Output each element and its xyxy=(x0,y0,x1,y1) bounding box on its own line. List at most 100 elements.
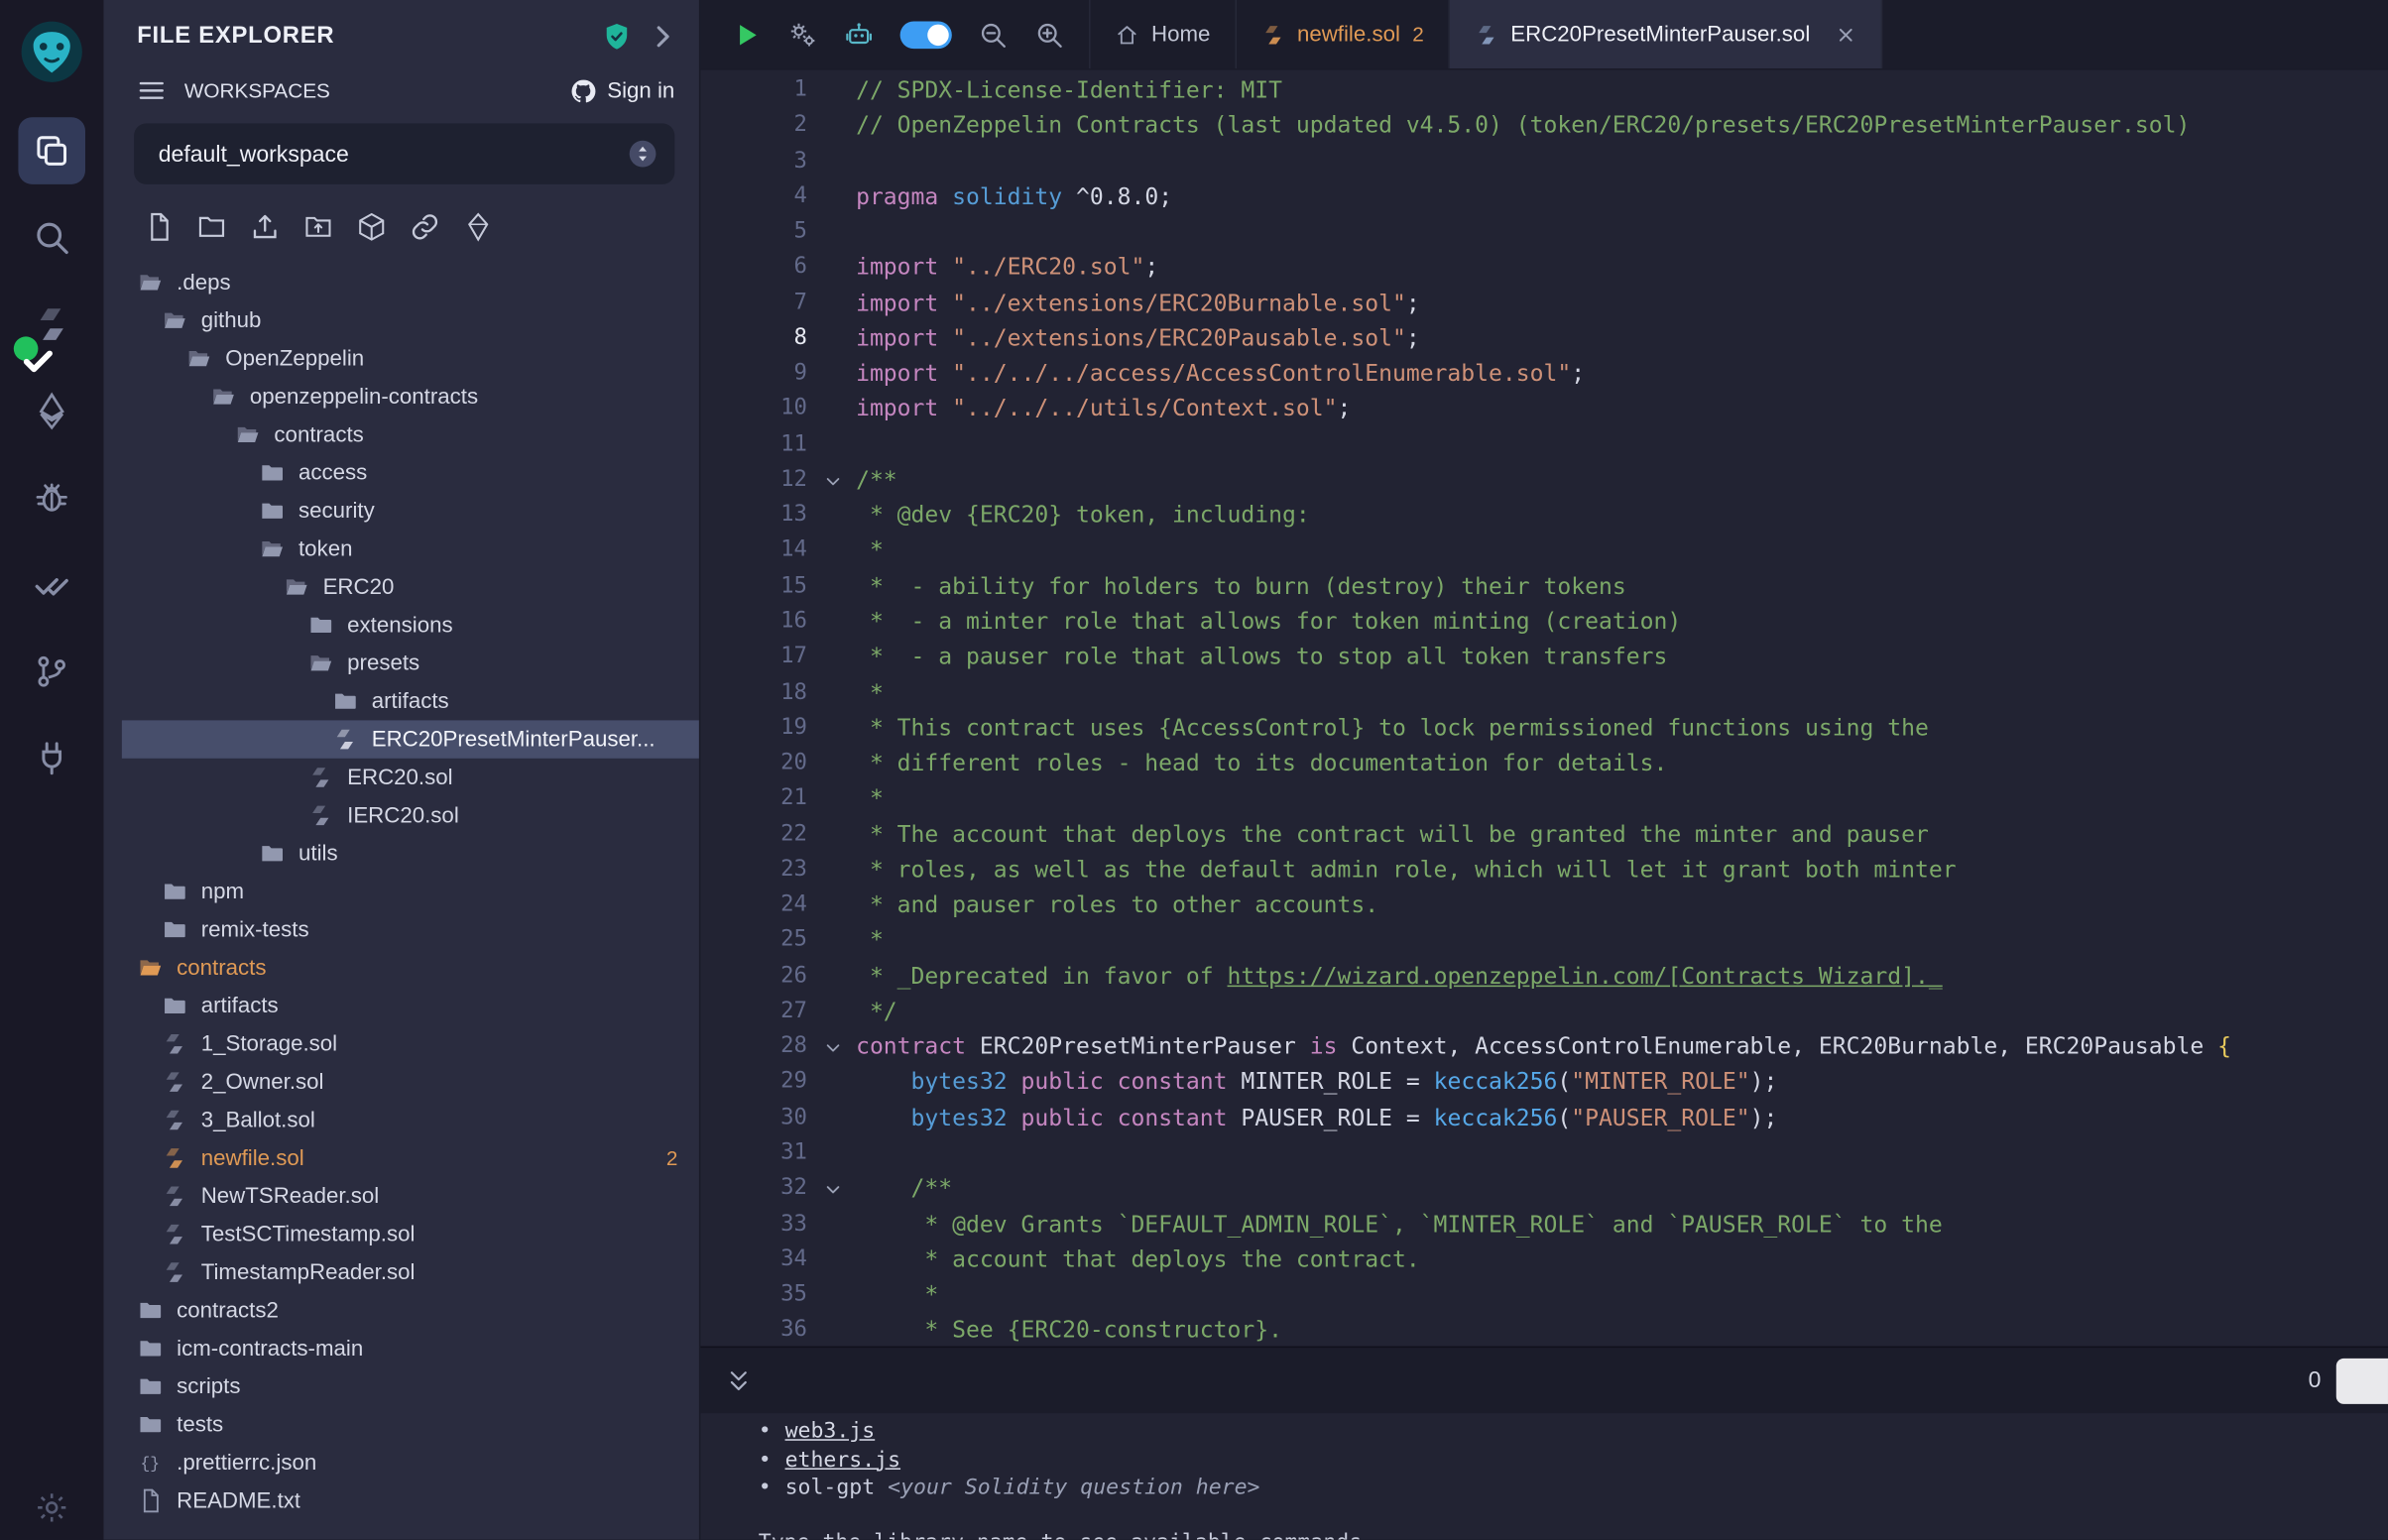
ipfs-icon[interactable] xyxy=(356,211,387,242)
tab-erc20presetminterpauser-sol[interactable]: ERC20PresetMinterPauser.sol xyxy=(1450,0,1882,68)
terminal-expand-icon[interactable] xyxy=(725,1366,753,1394)
code-line-28[interactable]: 28contract ERC20PresetMinterPauser is Co… xyxy=(700,1029,2388,1065)
create-folder-icon[interactable] xyxy=(196,211,227,242)
tree-folder-contracts2[interactable]: contracts2 xyxy=(122,1291,699,1329)
tree-folder-contracts[interactable]: contracts xyxy=(122,949,699,987)
code-line-15[interactable]: 15 * - ability for holders to burn (dest… xyxy=(700,569,2388,605)
tree-file-newtsreader-sol[interactable]: NewTSReader.sol xyxy=(122,1177,699,1215)
upload-folder-icon[interactable] xyxy=(303,211,334,242)
code-line-4[interactable]: 4pragma solidity ^0.8.0; xyxy=(700,179,2388,215)
tree-folder-icm-contracts-main[interactable]: icm-contracts-main xyxy=(122,1330,699,1367)
code-line-36[interactable]: 36 * See {ERC20-constructor}. xyxy=(700,1313,2388,1346)
tree-folder-github[interactable]: github xyxy=(122,301,699,339)
rail-file-explorer-icon[interactable] xyxy=(18,117,85,184)
tree-folder-contracts[interactable]: contracts xyxy=(122,415,699,453)
code-line-2[interactable]: 2// OpenZeppelin Contracts (last updated… xyxy=(700,108,2388,144)
code-line-19[interactable]: 19 * This contract uses {AccessControl} … xyxy=(700,711,2388,747)
tree-folder-artifacts[interactable]: artifacts xyxy=(122,682,699,720)
tree-file-timestampreader-sol[interactable]: TimestampReader.sol xyxy=(122,1253,699,1291)
fold-chevron-icon[interactable] xyxy=(810,1171,856,1207)
terminal-link-web3-js[interactable]: web3.js xyxy=(785,1418,876,1446)
tree-folder-deps[interactable]: .deps xyxy=(122,264,699,301)
code-line-26[interactable]: 26 * _Deprecated in favor of https://wiz… xyxy=(700,959,2388,995)
github-signin-button[interactable]: Sign in xyxy=(569,77,674,105)
rail-git-icon[interactable] xyxy=(18,638,85,705)
tree-folder-presets[interactable]: presets xyxy=(122,645,699,682)
tree-file-3-ballot-sol[interactable]: 3_Ballot.sol xyxy=(122,1101,699,1138)
tree-folder-utils[interactable]: utils xyxy=(122,835,699,873)
rail-unit-testing-icon[interactable] xyxy=(18,551,85,619)
ai-copilot-icon[interactable] xyxy=(844,19,875,50)
tree-file-ierc20-sol[interactable]: IERC20.sol xyxy=(122,796,699,834)
code-line-33[interactable]: 33 * @dev Grants `DEFAULT_ADMIN_ROLE`, `… xyxy=(700,1207,2388,1243)
code-line-27[interactable]: 27 */ xyxy=(700,995,2388,1030)
tree-folder-openzeppelin[interactable]: OpenZeppelin xyxy=(122,339,699,377)
code-line-35[interactable]: 35 * xyxy=(700,1278,2388,1314)
code-line-11[interactable]: 11 xyxy=(700,427,2388,463)
hamburger-menu-icon[interactable] xyxy=(137,76,166,105)
tree-file-readme-txt[interactable]: README.txt xyxy=(122,1481,699,1519)
code-line-14[interactable]: 14 * xyxy=(700,533,2388,569)
tab-home[interactable]: Home xyxy=(1091,0,1237,68)
terminal-search-input[interactable] xyxy=(2336,1359,2388,1404)
code-line-1[interactable]: 1// SPDX-License-Identifier: MIT xyxy=(700,73,2388,109)
code-line-16[interactable]: 16 * - a minter role that allows for tok… xyxy=(700,605,2388,641)
code-line-34[interactable]: 34 * account that deploys the contract. xyxy=(700,1243,2388,1278)
tree-folder-erc20[interactable]: ERC20 xyxy=(122,568,699,606)
code-line-7[interactable]: 7import "../extensions/ERC20Burnable.sol… xyxy=(700,286,2388,321)
zoom-out-icon[interactable] xyxy=(978,19,1009,50)
tree-folder-artifacts[interactable]: artifacts xyxy=(122,987,699,1024)
code-line-5[interactable]: 5 xyxy=(700,215,2388,251)
code-line-32[interactable]: 32 /** xyxy=(700,1171,2388,1207)
terminal-link-ethers-js[interactable]: ethers.js xyxy=(785,1446,900,1474)
tree-folder-security[interactable]: security xyxy=(122,492,699,530)
rail-deploy-and-run-icon[interactable] xyxy=(18,378,85,445)
tree-file-testsctimestamp-sol[interactable]: TestSCTimestamp.sol xyxy=(122,1215,699,1252)
code-line-22[interactable]: 22 * The account that deploys the contra… xyxy=(700,817,2388,853)
code-line-12[interactable]: 12/** xyxy=(700,463,2388,499)
code-line-25[interactable]: 25 * xyxy=(700,923,2388,959)
chevron-right-icon[interactable] xyxy=(648,21,678,52)
tree-file-2-owner-sol[interactable]: 2_Owner.sol xyxy=(122,1063,699,1101)
fold-chevron-icon[interactable] xyxy=(810,1029,856,1065)
tree-folder-openzeppelin-contracts[interactable]: openzeppelin-contracts xyxy=(122,378,699,415)
tree-folder-access[interactable]: access xyxy=(122,454,699,492)
code-line-3[interactable]: 3 xyxy=(700,144,2388,179)
tree-file-1-storage-sol[interactable]: 1_Storage.sol xyxy=(122,1025,699,1063)
rail-plugin-manager-icon[interactable] xyxy=(18,725,85,792)
tree-file-erc20-sol[interactable]: ERC20.sol xyxy=(122,759,699,796)
code-editor[interactable]: 1// SPDX-License-Identifier: MIT2// Open… xyxy=(700,70,2388,1347)
ai-copilot-toggle[interactable] xyxy=(900,21,952,49)
tree-file-erc20presetminterpauser[interactable]: ERC20PresetMinterPauser... xyxy=(122,720,699,758)
tree-file-newfile-sol[interactable]: newfile.sol2 xyxy=(122,1139,699,1177)
code-line-30[interactable]: 30 bytes32 public constant PAUSER_ROLE =… xyxy=(700,1101,2388,1136)
rail-debugger-icon[interactable] xyxy=(18,464,85,532)
code-line-20[interactable]: 20 * different roles - head to its docum… xyxy=(700,747,2388,782)
upload-file-icon[interactable] xyxy=(250,211,281,242)
script-config-icon[interactable] xyxy=(787,19,818,50)
publish-gist-icon[interactable] xyxy=(463,211,494,242)
code-line-31[interactable]: 31 xyxy=(700,1136,2388,1172)
code-line-24[interactable]: 24 * and pauser roles to other accounts. xyxy=(700,888,2388,923)
close-tab-icon[interactable] xyxy=(1835,24,1856,45)
rail-solidity-compiler-icon[interactable] xyxy=(18,291,85,358)
tree-folder-scripts[interactable]: scripts xyxy=(122,1367,699,1405)
run-script-button[interactable] xyxy=(731,19,762,50)
code-line-10[interactable]: 10import "../../../utils/Context.sol"; xyxy=(700,392,2388,427)
rail-search-icon[interactable] xyxy=(18,204,85,272)
tab-newfile-sol[interactable]: newfile.sol2 xyxy=(1237,0,1450,68)
code-line-13[interactable]: 13 * @dev {ERC20} token, including: xyxy=(700,498,2388,533)
settings-icon[interactable] xyxy=(18,1481,85,1533)
tree-folder-token[interactable]: token xyxy=(122,530,699,567)
code-line-23[interactable]: 23 * roles, as well as the default admin… xyxy=(700,853,2388,888)
code-line-8[interactable]: 8import "../extensions/ERC20Pausable.sol… xyxy=(700,321,2388,357)
create-file-icon[interactable] xyxy=(143,211,174,242)
tree-file-prettierrc-json[interactable]: {}.prettierrc.json xyxy=(122,1444,699,1481)
code-line-9[interactable]: 9import "../../../access/AccessControlEn… xyxy=(700,357,2388,393)
tree-folder-tests[interactable]: tests xyxy=(122,1405,699,1443)
code-line-21[interactable]: 21 * xyxy=(700,781,2388,817)
code-line-29[interactable]: 29 bytes32 public constant MINTER_ROLE =… xyxy=(700,1065,2388,1101)
code-line-17[interactable]: 17 * - a pauser role that allows to stop… xyxy=(700,640,2388,675)
tree-folder-npm[interactable]: npm xyxy=(122,873,699,910)
zoom-in-icon[interactable] xyxy=(1034,19,1065,50)
